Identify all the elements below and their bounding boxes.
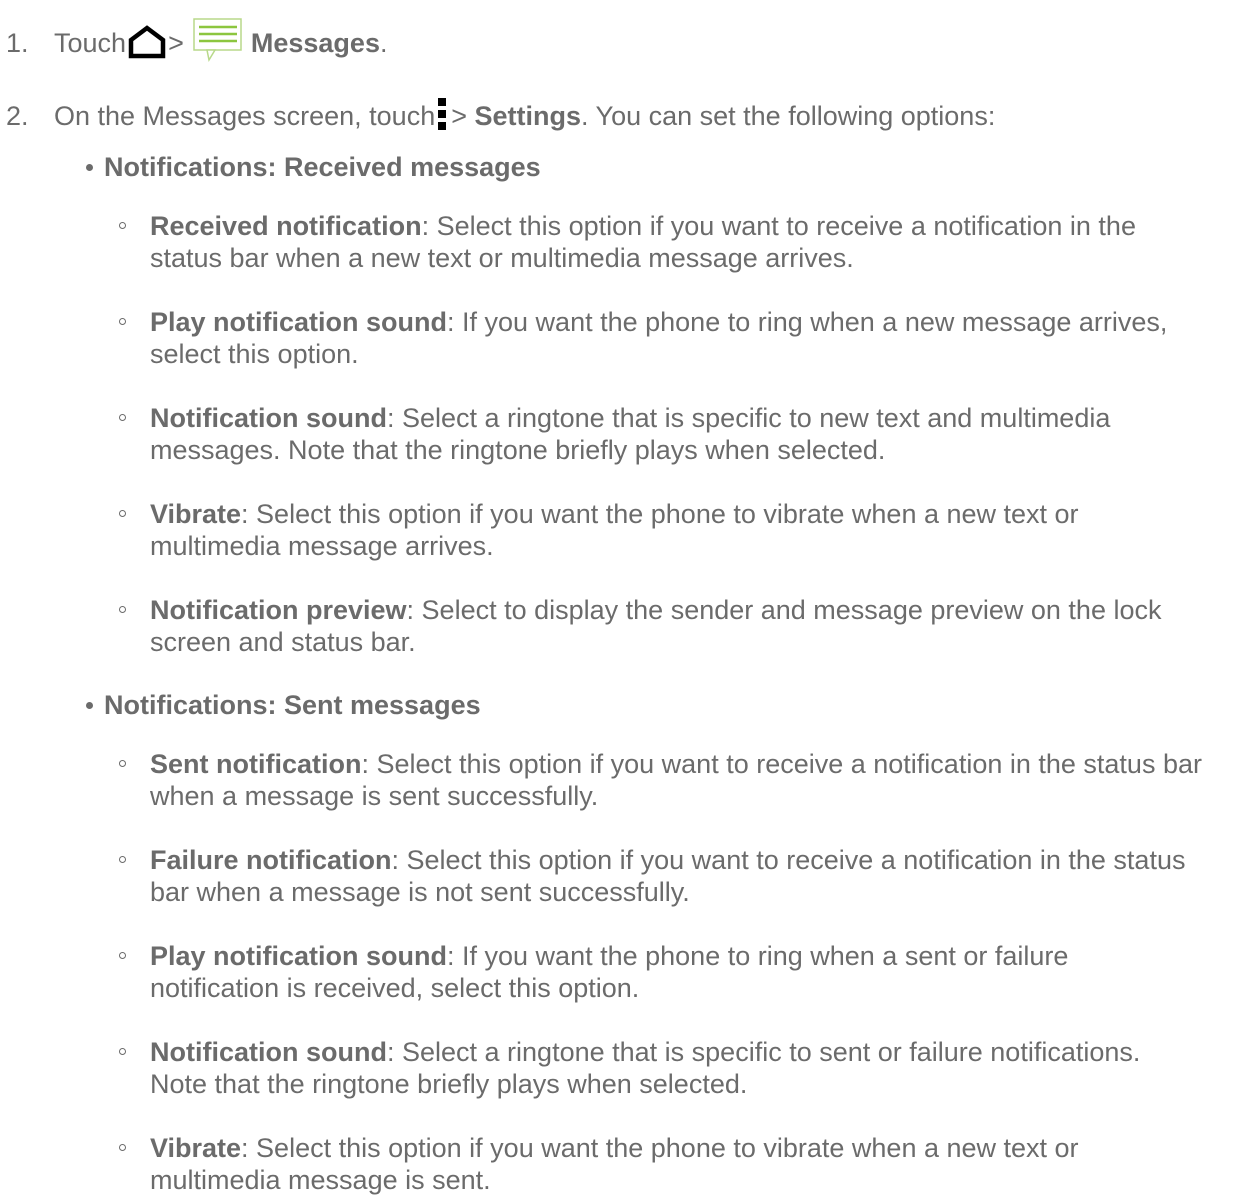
bullet-dot [86,702,93,709]
option-term: Vibrate [150,499,242,529]
bullet-circle [119,606,126,613]
step-2: 2. On the Messages screen, touch > Setting… [6,98,996,136]
list-item: Sent notification: Select this option if… [119,748,1250,812]
option-desc-cont: bar when a message is not sent successfu… [150,877,690,907]
bullet-dot [86,164,93,171]
option-desc: : Select a ringtone that is specific to … [386,1037,1141,1067]
list-item: Vibrate: Select this option if you want … [119,498,1250,562]
option-term: Vibrate [150,1133,242,1163]
list-item: Vibrate: Select this option if you want … [119,1132,1250,1196]
messages-icon [193,18,243,63]
bullet-circle [119,318,126,325]
list-item: Received notification: Select this optio… [119,210,1250,274]
section-heading-sent: Notifications: Sent messages [86,689,481,721]
bullet-circle [119,222,126,229]
list-item: Play notification sound: If you want the… [119,940,1250,1004]
option-term: Notification preview [150,595,407,625]
option-desc-cont: multimedia message is sent. [150,1165,491,1195]
bullet-circle [119,952,126,959]
option-term: Failure notification [150,845,392,875]
option-desc-cont: messages. Note that the ringtone briefly… [150,435,886,465]
option-term: Play notification sound [150,941,448,971]
list-item: Failure notification: Select this option… [119,844,1250,908]
option-desc-cont: notification is received, select this op… [150,973,640,1003]
step-end: . [379,28,388,59]
list-item: Notification sound: Select a ringtone th… [119,402,1250,466]
option-desc: : Select a ringtone that is specific to … [386,403,1111,433]
option-desc: : Select this option if you want the pho… [241,499,1079,529]
step-text-after: . You can set the following options: [581,101,996,132]
home-icon [128,25,166,59]
step-text: On the Messages screen, touch [54,101,436,132]
bullet-circle [119,510,126,517]
option-desc: : Select this option if you want to rece… [361,749,1202,779]
option-desc: : Select to display the sender and messa… [406,595,1162,625]
section-heading-received: Notifications: Received messages [86,151,541,183]
menu-icon [437,96,449,132]
instructions-page: 1. Touch > Messages. 2. On the Messages scr… [0,0,1255,1199]
step-target: Settings [474,101,582,132]
step-separator: > [168,28,184,59]
option-term: Notification sound [150,403,387,433]
bullet-circle [119,856,126,863]
option-desc: : If you want the phone to ring when a n… [447,307,1168,337]
bullet-circle [119,1048,126,1055]
option-desc-cont: status bar when a new text or multimedia… [150,243,854,273]
list-item: Notification preview: Select to display … [119,594,1250,658]
step-text: Touch [54,28,127,59]
option-desc: : Select this option if you want to rece… [391,845,1186,875]
list-item: Play notification sound: If you want the… [119,306,1250,370]
option-desc-cont: multimedia message arrives. [150,531,494,561]
option-desc-cont: Note that the ringtone briefly plays whe… [150,1069,748,1099]
bullet-circle [119,760,126,767]
option-desc: : Select this option if you want the pho… [241,1133,1079,1163]
step-separator: > [451,101,467,132]
option-desc: : If you want the phone to ring when a s… [447,941,1069,971]
option-term: Notification sound [150,1037,387,1067]
option-term: Received notification [150,211,422,241]
option-term: Play notification sound [150,307,448,337]
option-desc-cont: when a message is sent successfully. [150,781,599,811]
option-term: Sent notification [150,749,362,779]
option-desc-cont: screen and status bar. [150,627,416,657]
option-desc: : Select this option if you want to rece… [421,211,1136,241]
step-target: Messages [250,28,380,59]
step-1: 1. Touch > Messages. [6,18,388,66]
step-number: 1. [6,28,29,59]
section-heading-text: Notifications: Sent messages [104,690,481,720]
step-number: 2. [6,101,29,132]
bullet-circle [119,1144,126,1151]
list-item: Notification sound: Select a ringtone th… [119,1036,1250,1100]
option-desc-cont: select this option. [150,339,359,369]
section-heading-text: Notifications: Received messages [104,152,541,182]
bullet-circle [119,414,126,421]
